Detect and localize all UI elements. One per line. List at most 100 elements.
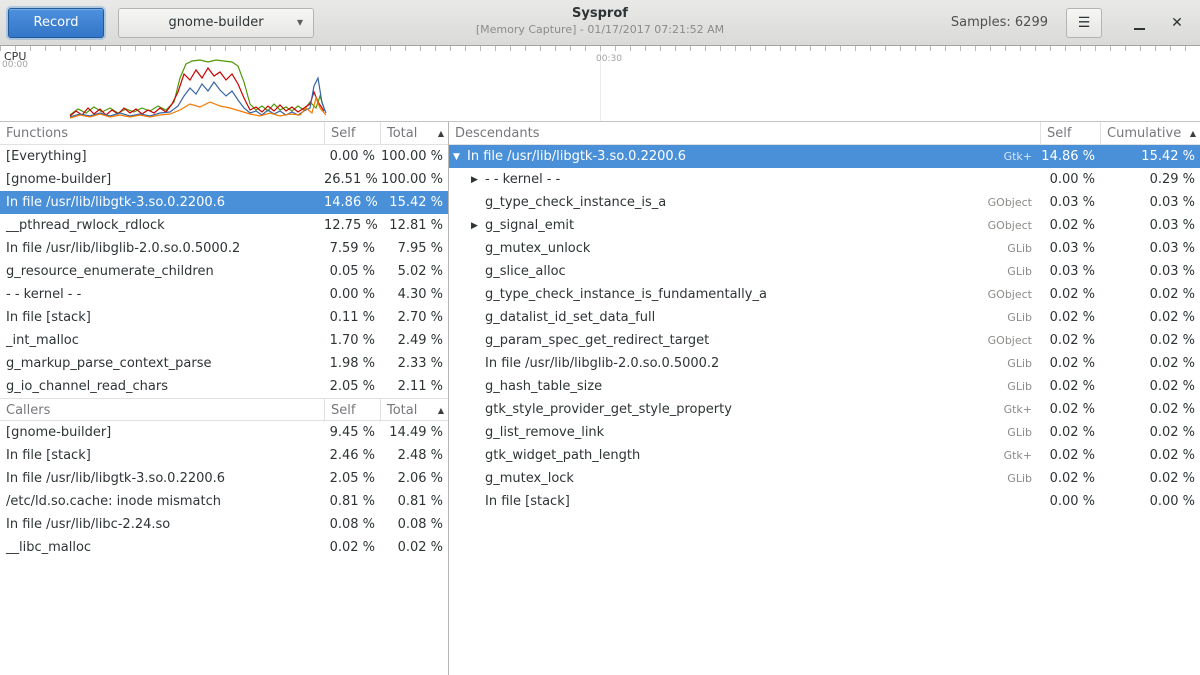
- cumulative-value: 0.02 %: [1100, 333, 1200, 348]
- table-row[interactable]: In file /usr/lib/libgtk-3.so.0.2200.614.…: [0, 191, 448, 214]
- callers-column-header[interactable]: Callers: [0, 403, 324, 418]
- self-value: 0.02 %: [1040, 471, 1100, 486]
- process-selector[interactable]: gnome-builder ▾: [118, 8, 314, 38]
- table-row[interactable]: [Everything]0.00 %100.00 %: [0, 145, 448, 168]
- table-row[interactable]: [gnome-builder]26.51 %100.00 %: [0, 168, 448, 191]
- cpu-line-blue: [70, 78, 326, 117]
- close-icon: ✕: [1171, 14, 1183, 31]
- tree-row[interactable]: ▼In file /usr/lib/libgtk-3.so.0.2200.6Gt…: [449, 145, 1200, 168]
- self-value: 0.00 %: [1040, 172, 1100, 187]
- table-row[interactable]: In file [stack]0.11 %2.70 %: [0, 306, 448, 329]
- tree-row[interactable]: gtk_widget_path_lengthGtk+0.02 %0.02 %: [449, 444, 1200, 467]
- library-badge: GLib: [970, 426, 1040, 439]
- expander-icon[interactable]: ▶: [471, 175, 485, 185]
- self-value: 2.05 %: [324, 379, 380, 394]
- tree-row[interactable]: In file [stack]0.00 %0.00 %: [449, 490, 1200, 513]
- tree-row[interactable]: g_list_remove_linkGLib0.02 %0.02 %: [449, 421, 1200, 444]
- self-value: 0.81 %: [324, 494, 380, 509]
- self-value: 0.02 %: [1040, 218, 1100, 233]
- total-value: 2.06 %: [380, 471, 448, 486]
- process-selector-label: gnome-builder: [168, 15, 263, 30]
- self-value: 14.86 %: [1040, 149, 1100, 164]
- tree-row[interactable]: g_slice_allocGLib0.03 %0.03 %: [449, 260, 1200, 283]
- callers-self-column-header[interactable]: Self: [324, 399, 380, 422]
- table-row[interactable]: __libc_malloc0.02 %0.02 %: [0, 536, 448, 559]
- tree-row[interactable]: g_datalist_id_set_data_fullGLib0.02 %0.0…: [449, 306, 1200, 329]
- table-row[interactable]: _int_malloc1.70 %2.49 %: [0, 329, 448, 352]
- minimize-button[interactable]: [1124, 8, 1154, 38]
- table-row[interactable]: - - kernel - -0.00 %4.30 %: [0, 283, 448, 306]
- tree-row[interactable]: gtk_style_provider_get_style_propertyGtk…: [449, 398, 1200, 421]
- self-value: 0.05 %: [324, 264, 380, 279]
- total-value: 2.48 %: [380, 448, 448, 463]
- function-name: /etc/ld.so.cache: inode mismatch: [0, 494, 324, 509]
- function-name: - - kernel - -: [0, 287, 324, 302]
- tree-row[interactable]: g_hash_table_sizeGLib0.02 %0.02 %: [449, 375, 1200, 398]
- function-name: g_type_check_instance_is_a: [485, 195, 666, 210]
- descendant-name-cell: g_type_check_instance_is_fundamentally_a: [449, 287, 970, 302]
- functions-column-header[interactable]: Functions: [0, 126, 324, 141]
- tree-row[interactable]: g_type_check_instance_is_aGObject0.03 %0…: [449, 191, 1200, 214]
- self-value: 0.00 %: [1040, 494, 1100, 509]
- library-badge: GLib: [970, 311, 1040, 324]
- function-name: g_datalist_id_set_data_full: [485, 310, 655, 325]
- functions-self-column-header[interactable]: Self: [324, 122, 380, 145]
- descendants-self-column-header[interactable]: Self: [1040, 122, 1100, 145]
- total-value: 5.02 %: [380, 264, 448, 279]
- expander-icon[interactable]: ▼: [453, 152, 467, 162]
- tree-row[interactable]: ▶g_signal_emitGObject0.02 %0.03 %: [449, 214, 1200, 237]
- total-value: 15.42 %: [380, 195, 448, 210]
- total-value: 0.08 %: [380, 517, 448, 532]
- table-row[interactable]: In file /usr/lib/libgtk-3.so.0.2200.62.0…: [0, 467, 448, 490]
- table-row[interactable]: g_markup_parse_context_parse1.98 %2.33 %: [0, 352, 448, 375]
- total-value: 7.95 %: [380, 241, 448, 256]
- callers-table-header: Callers Self Total ▲: [0, 398, 448, 421]
- function-name: In file /usr/lib/libgtk-3.so.0.2200.6: [0, 195, 324, 210]
- expander-icon[interactable]: ▶: [471, 221, 485, 231]
- table-row[interactable]: In file /usr/lib/libglib-2.0.so.0.5000.2…: [0, 237, 448, 260]
- descendants-column-header[interactable]: Descendants: [449, 126, 1040, 141]
- total-value: 100.00 %: [380, 149, 448, 164]
- table-row[interactable]: __pthread_rwlock_rdlock12.75 %12.81 %: [0, 214, 448, 237]
- close-button[interactable]: ✕: [1162, 8, 1192, 38]
- table-row[interactable]: In file [stack]2.46 %2.48 %: [0, 444, 448, 467]
- self-value: 0.03 %: [1040, 264, 1100, 279]
- library-badge: GObject: [970, 334, 1040, 347]
- cumulative-value: 0.00 %: [1100, 494, 1200, 509]
- record-button[interactable]: Record: [8, 8, 104, 38]
- functions-total-column-header[interactable]: Total ▲: [380, 122, 448, 145]
- tree-row[interactable]: g_param_spec_get_redirect_targetGObject0…: [449, 329, 1200, 352]
- callers-total-column-header[interactable]: Total ▲: [380, 399, 448, 422]
- total-value: 0.81 %: [380, 494, 448, 509]
- descendant-name-cell: g_mutex_unlock: [449, 241, 970, 256]
- tree-row[interactable]: ▶- - kernel - -0.00 %0.29 %: [449, 168, 1200, 191]
- table-row[interactable]: g_resource_enumerate_children0.05 %5.02 …: [0, 260, 448, 283]
- cumulative-value: 0.29 %: [1100, 172, 1200, 187]
- cumulative-value: 0.02 %: [1100, 356, 1200, 371]
- function-name: g_resource_enumerate_children: [0, 264, 324, 279]
- total-value: 0.02 %: [380, 540, 448, 555]
- cumulative-value: 0.02 %: [1100, 448, 1200, 463]
- table-row[interactable]: In file /usr/lib/libc-2.24.so0.08 %0.08 …: [0, 513, 448, 536]
- self-value: 0.02 %: [1040, 425, 1100, 440]
- samples-count: Samples: 6299: [951, 15, 1048, 30]
- cumulative-value: 0.02 %: [1100, 425, 1200, 440]
- tree-row[interactable]: g_mutex_unlockGLib0.03 %0.03 %: [449, 237, 1200, 260]
- function-name: g_hash_table_size: [485, 379, 602, 394]
- tree-row[interactable]: g_mutex_lockGLib0.02 %0.02 %: [449, 467, 1200, 490]
- table-row[interactable]: /etc/ld.so.cache: inode mismatch0.81 %0.…: [0, 490, 448, 513]
- table-row[interactable]: [gnome-builder]9.45 %14.49 %: [0, 421, 448, 444]
- hamburger-icon: ☰: [1078, 15, 1091, 31]
- tree-row[interactable]: g_type_check_instance_is_fundamentally_a…: [449, 283, 1200, 306]
- tree-row[interactable]: In file /usr/lib/libglib-2.0.so.0.5000.2…: [449, 352, 1200, 375]
- menu-button[interactable]: ☰: [1066, 8, 1102, 38]
- table-row[interactable]: g_io_channel_read_chars2.05 %2.11 %: [0, 375, 448, 398]
- descendants-cumulative-column-header[interactable]: Cumulative ▲: [1100, 122, 1200, 145]
- self-value: 0.08 %: [324, 517, 380, 532]
- content-panes: Functions Self Total ▲ [Everything]0.00 …: [0, 122, 1200, 675]
- self-value: 0.02 %: [1040, 402, 1100, 417]
- function-name: In file [stack]: [0, 448, 324, 463]
- total-value: 4.30 %: [380, 287, 448, 302]
- minimize-icon: [1134, 28, 1145, 30]
- cpu-timeline[interactable]: CPU 00:00 00:30: [0, 46, 1200, 122]
